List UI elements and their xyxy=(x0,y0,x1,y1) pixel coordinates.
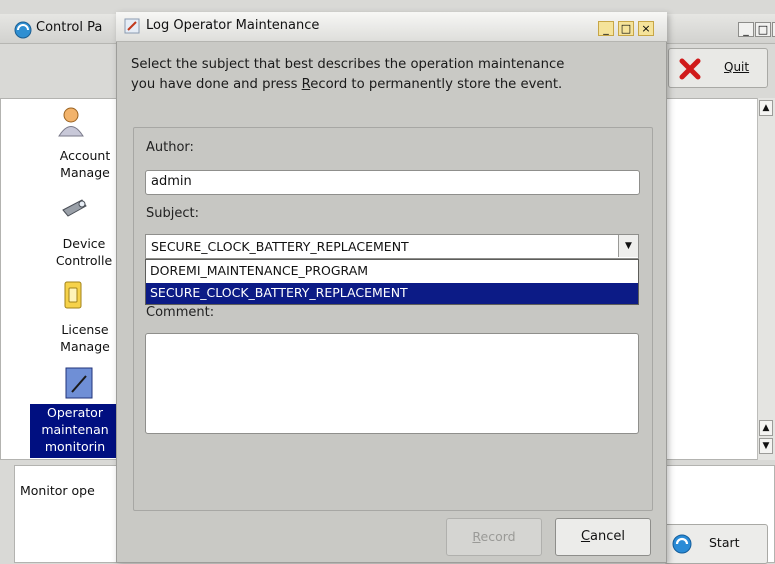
start-label: Start xyxy=(709,535,740,550)
scroll-down-arrow-icon[interactable]: ▼ xyxy=(759,438,773,454)
dialog-close-button[interactable]: × xyxy=(638,21,654,36)
dialog-title: Log Operator Maintenance xyxy=(146,18,320,33)
close-x-icon xyxy=(679,58,701,80)
sidebar-item-label: maintenan xyxy=(41,422,109,437)
sidebar-item-license-manager[interactable]: License Manage xyxy=(50,321,120,355)
quit-label: Quit xyxy=(724,60,750,74)
subject-label: Subject: xyxy=(146,206,199,221)
minimize-button[interactable]: _ xyxy=(738,22,754,37)
author-label: Author: xyxy=(146,140,194,155)
app-icon xyxy=(14,21,32,39)
sidebar-item-label: Manage xyxy=(60,165,110,180)
subject-option-highlighted[interactable]: SECURE_CLOCK_BATTERY_REPLACEMENT xyxy=(146,283,638,304)
refresh-icon xyxy=(672,534,692,554)
control-panel-title: Control Pa xyxy=(36,20,103,35)
comment-label: Comment: xyxy=(146,305,215,320)
cancel-button[interactable]: Cancel xyxy=(555,518,651,556)
monitor-label: Monitor ope xyxy=(20,483,95,498)
sidebar-item-label: Account xyxy=(59,148,111,163)
sidebar-item-label: Operator xyxy=(47,405,103,420)
sidebar-item-account-manager[interactable]: Account Manage xyxy=(50,147,120,181)
sidebar-item-label: monitorin xyxy=(44,439,106,454)
chevron-down-icon[interactable]: ▼ xyxy=(618,235,638,257)
quit-button[interactable]: Quit xyxy=(668,48,768,88)
scroll-up-arrow-icon[interactable]: ▲ xyxy=(759,100,773,116)
maximize-button[interactable]: □ xyxy=(755,22,771,37)
dialog-minimize-button[interactable]: _ xyxy=(598,21,614,36)
dialog-maximize-button[interactable]: □ xyxy=(618,21,634,36)
dialog-instructions: Select the subject that best describes t… xyxy=(131,55,651,95)
sidebar-item-label: Controlle xyxy=(55,253,113,268)
start-button[interactable]: Start xyxy=(664,524,768,564)
sidebar-item-label: License xyxy=(61,322,109,337)
subject-select[interactable]: SECURE_CLOCK_BATTERY_REPLACEMENT xyxy=(145,234,639,259)
projector-icon xyxy=(62,199,87,217)
sidebar-item-label: Device xyxy=(62,236,106,251)
comment-textarea[interactable] xyxy=(145,333,639,434)
subject-dropdown-list: DOREMI_MAINTENANCE_PROGRAM SECURE_CLOCK_… xyxy=(145,259,639,305)
scroll-step-arrow-icon[interactable]: ▲ xyxy=(759,420,773,436)
vertical-scrollbar[interactable] xyxy=(757,98,775,460)
sidebar-item-device-controller[interactable]: Device Controlle xyxy=(48,235,120,269)
instructions-line: Select the subject that best describes t… xyxy=(131,57,565,72)
instructions-line: you have done and press Record to perman… xyxy=(131,77,563,92)
sidebar-item-label: Manage xyxy=(60,339,110,354)
record-button[interactable]: Record xyxy=(446,518,542,556)
key-icon xyxy=(64,281,82,309)
sidebar-item-operator-maintenance[interactable]: Operator maintenan monitorin xyxy=(30,404,120,458)
author-input[interactable]: admin xyxy=(145,170,640,195)
notepad-icon xyxy=(65,367,93,399)
edit-icon xyxy=(124,18,140,34)
user-icon xyxy=(58,107,84,137)
subject-option[interactable]: DOREMI_MAINTENANCE_PROGRAM xyxy=(146,261,638,282)
